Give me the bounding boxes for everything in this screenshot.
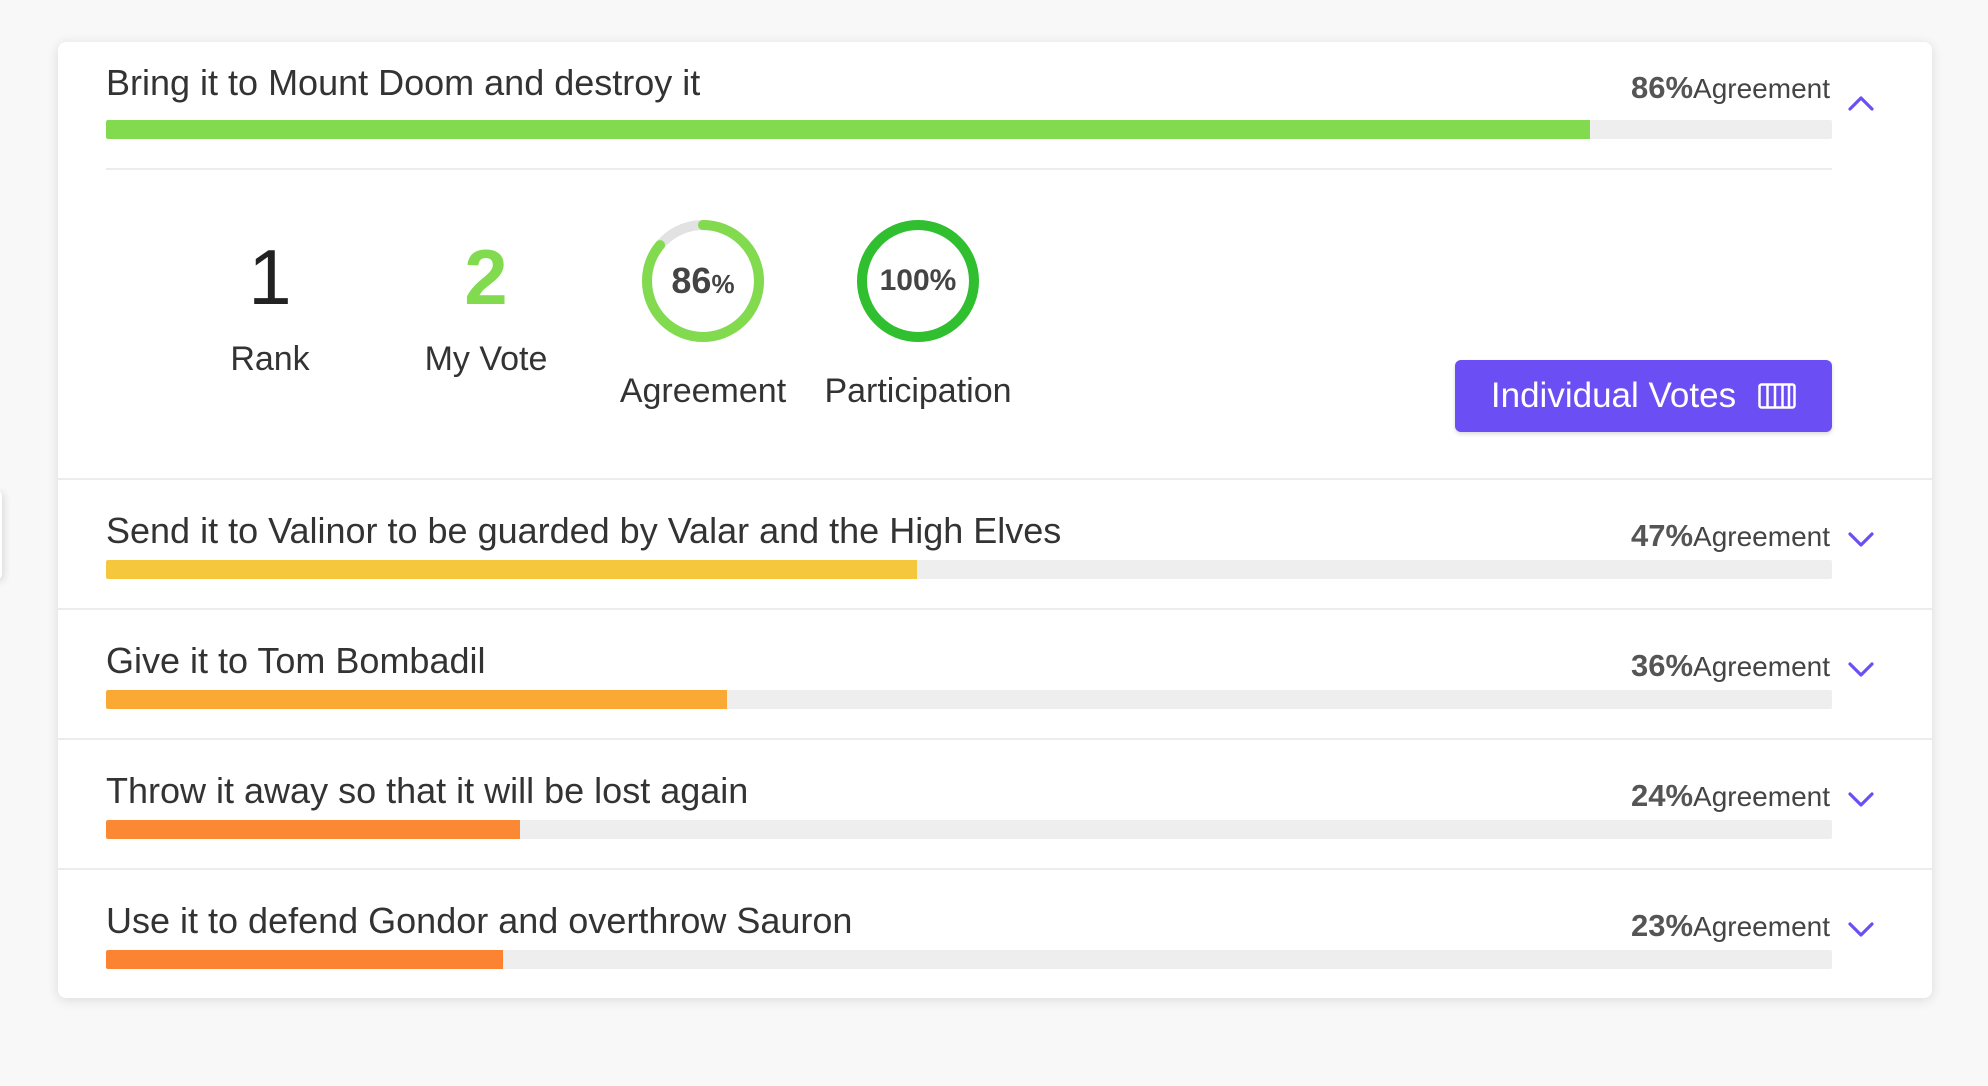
proposal-title: Use it to defend Gondor and overthrow Sa… — [106, 900, 853, 941]
side-panel-tab[interactable] — [0, 490, 2, 580]
expand-chevron-down-icon[interactable] — [1846, 914, 1876, 944]
agreement-summary: 24%Agreement — [1631, 778, 1830, 814]
participation-ring-text: 100% — [879, 264, 957, 297]
expand-chevron-down-icon[interactable] — [1846, 524, 1876, 554]
agreement-label: Agreement — [1693, 521, 1830, 552]
agreement-label: Agreement — [1693, 651, 1830, 682]
proposal-row[interactable]: Throw it away so that it will be lost ag… — [58, 738, 1932, 868]
agreement-bar — [106, 120, 1832, 139]
proposal-row[interactable]: Bring it to Mount Doom and destroy it 86… — [58, 42, 1932, 478]
agreement-percent: 47% — [1630, 518, 1694, 553]
agreement-bar — [106, 690, 1832, 709]
agreement-percent: 24% — [1630, 778, 1694, 813]
rank-value: 1 — [248, 233, 292, 321]
rank-stat: 1 Rank — [170, 232, 370, 379]
agreement-ring-number: 86 — [671, 260, 712, 301]
individual-votes-label: Individual Votes — [1490, 376, 1737, 415]
participation-label: Participation — [824, 372, 1012, 410]
expand-chevron-down-icon[interactable] — [1846, 784, 1876, 814]
individual-votes-button[interactable]: Individual Votes — [1455, 360, 1832, 432]
agreement-summary: 47%Agreement — [1631, 518, 1830, 554]
agreement-bar — [106, 560, 1832, 579]
agreement-bar-fill — [106, 820, 521, 839]
agreement-label: Agreement — [1693, 73, 1830, 104]
agreement-ring-unit: % — [711, 269, 735, 299]
agreement-bar-fill — [106, 560, 918, 579]
my-vote-stat: 2 My Vote — [386, 232, 586, 379]
my-vote-label: My Vote — [424, 340, 548, 378]
my-vote-value: 2 — [464, 233, 508, 321]
agreement-bar-fill — [106, 690, 728, 709]
agreement-stat-label: Agreement — [619, 372, 787, 410]
participation-stat: 100% Participation — [818, 218, 1018, 411]
collapse-chevron-up-icon[interactable] — [1846, 88, 1876, 118]
agreement-bar-fill — [106, 120, 1591, 139]
agreement-percent: 23% — [1630, 908, 1694, 943]
columns-icon — [1758, 383, 1796, 409]
agreement-summary: 86%Agreement — [1631, 70, 1830, 106]
agreement-label: Agreement — [1693, 781, 1830, 812]
proposals-card: Bring it to Mount Doom and destroy it 86… — [58, 42, 1932, 998]
agreement-bar — [106, 820, 1832, 839]
proposal-title: Send it to Valinor to be guarded by Vala… — [106, 510, 1062, 551]
proposal-row[interactable]: Send it to Valinor to be guarded by Vala… — [58, 478, 1932, 608]
agreement-label: Agreement — [1693, 911, 1830, 942]
agreement-summary: 36%Agreement — [1631, 648, 1830, 684]
agreement-percent: 86% — [1630, 70, 1694, 105]
expand-chevron-down-icon[interactable] — [1846, 654, 1876, 684]
proposal-title: Throw it away so that it will be lost ag… — [106, 770, 749, 811]
rank-label: Rank — [230, 340, 310, 378]
agreement-bar — [106, 950, 1832, 969]
divider — [106, 168, 1832, 170]
proposal-title: Bring it to Mount Doom and destroy it — [106, 62, 701, 103]
proposal-row[interactable]: Use it to defend Gondor and overthrow Sa… — [58, 868, 1932, 998]
agreement-percent: 36% — [1630, 648, 1694, 683]
participation-ring: 100% — [855, 218, 981, 344]
agreement-bar-fill — [106, 950, 503, 969]
agreement-summary: 23%Agreement — [1631, 908, 1830, 944]
agreement-ring: 86% — [640, 218, 766, 344]
proposal-title: Give it to Tom Bombadil — [106, 640, 486, 681]
agreement-stat: 86% Agreement — [603, 218, 803, 411]
proposal-row[interactable]: Give it to Tom Bombadil 36%Agreement — [58, 608, 1932, 738]
